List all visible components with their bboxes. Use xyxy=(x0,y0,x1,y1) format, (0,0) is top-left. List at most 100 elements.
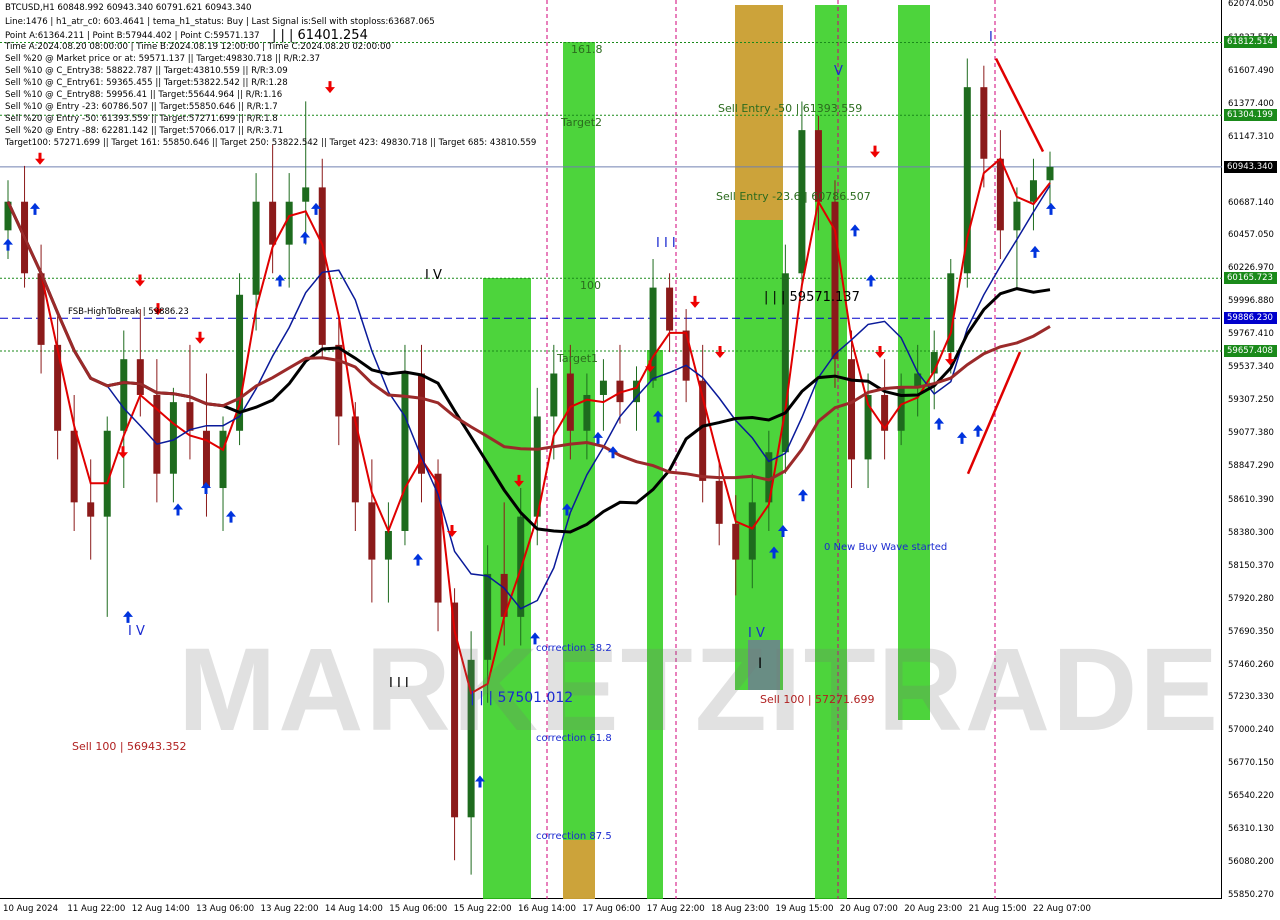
chart-window: MARKETZITRADE BTCUSD,H1 60848.992 60943.… xyxy=(0,0,1280,920)
price-tick-label: 59767.410 xyxy=(1228,329,1274,340)
correction-61-label: correction 61.8 xyxy=(536,733,612,744)
fsb-label: FSB-HighToBreak | 59886.23 xyxy=(68,307,189,317)
buy-arrow-icon xyxy=(1030,245,1040,258)
price-badge: 60943.340 xyxy=(1224,160,1277,173)
correction-38-label: correction 38.2 xyxy=(536,643,612,654)
sell-arrow-icon xyxy=(447,524,457,537)
buy-arrow-icon xyxy=(123,610,133,623)
info-line-sell-e23: Sell %10 @ Entry -23: 60786.507 || Targe… xyxy=(5,102,278,112)
buy-arrow-icon xyxy=(226,510,236,523)
price-tick-label: 61607.490 xyxy=(1228,65,1274,76)
price-badge: 61304.199 xyxy=(1224,109,1277,122)
signal-zone-5 xyxy=(898,5,930,720)
time-tick-label: 20 Aug 23:00 xyxy=(904,904,963,914)
candle-body xyxy=(996,158,1004,231)
price-tick-label: 61377.400 xyxy=(1228,98,1274,109)
candle-body xyxy=(848,359,856,460)
time-tick-label: 13 Aug 06:00 xyxy=(196,904,255,914)
buy-arrow-icon xyxy=(850,224,860,237)
candle-body xyxy=(252,201,260,295)
wave-i-label-2: I xyxy=(758,656,763,672)
price-badge: 59657.408 xyxy=(1224,344,1277,357)
new-buy-wave-label: 0 New Buy Wave started xyxy=(824,542,948,553)
wave-trendline-lower xyxy=(966,351,1022,475)
time-tick-label: 19 Aug 15:00 xyxy=(775,904,834,914)
wave-v-label: V xyxy=(834,64,843,79)
buy-arrow-icon xyxy=(798,489,808,502)
sell-arrow-icon xyxy=(195,331,205,344)
buy-arrow-icon xyxy=(30,202,40,215)
sell-arrow-icon xyxy=(35,152,45,165)
price-badge: 60165.723 xyxy=(1224,272,1277,285)
time-tick-label: 22 Aug 07:00 xyxy=(1033,904,1091,914)
time-tick-label: 15 Aug 06:00 xyxy=(389,904,448,914)
wave-iv-label-3: I V xyxy=(748,626,765,641)
price-tick-label: 57460.260 xyxy=(1228,659,1274,670)
price-tick-label: 60687.140 xyxy=(1228,197,1274,208)
candle-body xyxy=(566,373,574,431)
signal-zone-7 xyxy=(563,840,595,899)
candle-body xyxy=(219,430,227,489)
sell-arrow-icon xyxy=(715,346,725,359)
candle-body xyxy=(368,502,376,560)
wave-iv-label-1: I V xyxy=(425,268,442,283)
wave-trendline-upper xyxy=(994,57,1045,153)
fib-target1-label: Target1 xyxy=(557,352,599,365)
time-tick-label: 12 Aug 14:00 xyxy=(131,904,190,914)
info-line-sell-market: Sell %20 @ Market price or at: 59571.137… xyxy=(5,54,321,64)
sell-100-right-label: Sell 100 | 57271.699 xyxy=(760,693,875,706)
candle-body xyxy=(599,380,607,395)
time-tick-label: 18 Aug 23:00 xyxy=(711,904,770,914)
price-tick-label: 56310.130 xyxy=(1228,824,1274,835)
watermark-text: MARKETZITRADE xyxy=(178,624,1221,756)
time-tick-label: 15 Aug 22:00 xyxy=(453,904,512,914)
time-tick-label: 17 Aug 06:00 xyxy=(582,904,641,914)
candle-body xyxy=(120,359,128,431)
time-tick-label: 14 Aug 14:00 xyxy=(324,904,383,914)
price-tick-label: 55850.270 xyxy=(1228,890,1274,900)
price-tick-label: 57000.240 xyxy=(1228,725,1274,736)
sell-arrow-icon xyxy=(325,81,335,94)
sell-entry-50-label: Sell Entry -50 | 61393.559 xyxy=(718,102,863,115)
info-line-sell-c88: Sell %10 @ C_Entry88: 59956.41 || Target… xyxy=(5,90,283,100)
candle-body xyxy=(302,187,310,202)
buy-arrow-icon xyxy=(3,238,13,251)
candle-body xyxy=(1046,166,1054,181)
time-tick-label: 16 Aug 14:00 xyxy=(518,904,576,914)
candle-body xyxy=(186,402,194,431)
price-tick-label: 57230.330 xyxy=(1228,692,1274,703)
price-tick-label: 58847.290 xyxy=(1228,460,1274,471)
candle-body xyxy=(335,344,343,417)
price-tick-label: 61147.310 xyxy=(1228,131,1274,142)
wave-i-label-1: I xyxy=(989,30,993,45)
buy-arrow-icon xyxy=(413,553,423,566)
candle-body xyxy=(715,480,723,524)
buy-arrow-icon xyxy=(300,231,310,244)
buy-arrow-icon xyxy=(973,424,983,437)
price-tick-label: 58150.370 xyxy=(1228,560,1274,571)
candle-body xyxy=(1029,180,1037,202)
price-tick-label: 59077.380 xyxy=(1228,428,1274,438)
sell-arrow-icon xyxy=(875,346,885,359)
candle-body xyxy=(963,87,971,274)
price-tick-label: 59307.250 xyxy=(1228,395,1274,406)
wave-label-57501: | | | 57501.012 xyxy=(470,690,574,706)
info-line-sell-c61: Sell %10 @ C_Entry61: 59365.455 || Targe… xyxy=(5,78,288,88)
sell-arrow-icon xyxy=(870,145,880,158)
sell-arrow-icon xyxy=(135,274,145,287)
info-line-targets: Target100: 57271.699 || Target 161: 5585… xyxy=(5,138,537,148)
info-line-symbol: BTCUSD,H1 60848.992 60943.340 60791.621 … xyxy=(5,3,252,13)
candle-body xyxy=(550,373,558,417)
price-tick-label: 59996.880 xyxy=(1228,296,1274,307)
price-badge: 59886.230 xyxy=(1224,312,1277,325)
candle-body xyxy=(285,201,293,245)
price-tick-label: 56080.200 xyxy=(1228,857,1274,868)
price-tick-label: 58610.390 xyxy=(1228,494,1274,505)
wave-label-61401: | | | 61401.254 xyxy=(272,28,368,43)
price-tick-label: 56540.220 xyxy=(1228,791,1274,802)
sell-100-left-label: Sell 100 | 56943.352 xyxy=(72,740,187,753)
candle-body xyxy=(318,187,326,345)
fib-100-label: 100 xyxy=(580,279,601,292)
time-tick-label: 17 Aug 22:00 xyxy=(646,904,705,914)
candle-body xyxy=(269,201,277,245)
